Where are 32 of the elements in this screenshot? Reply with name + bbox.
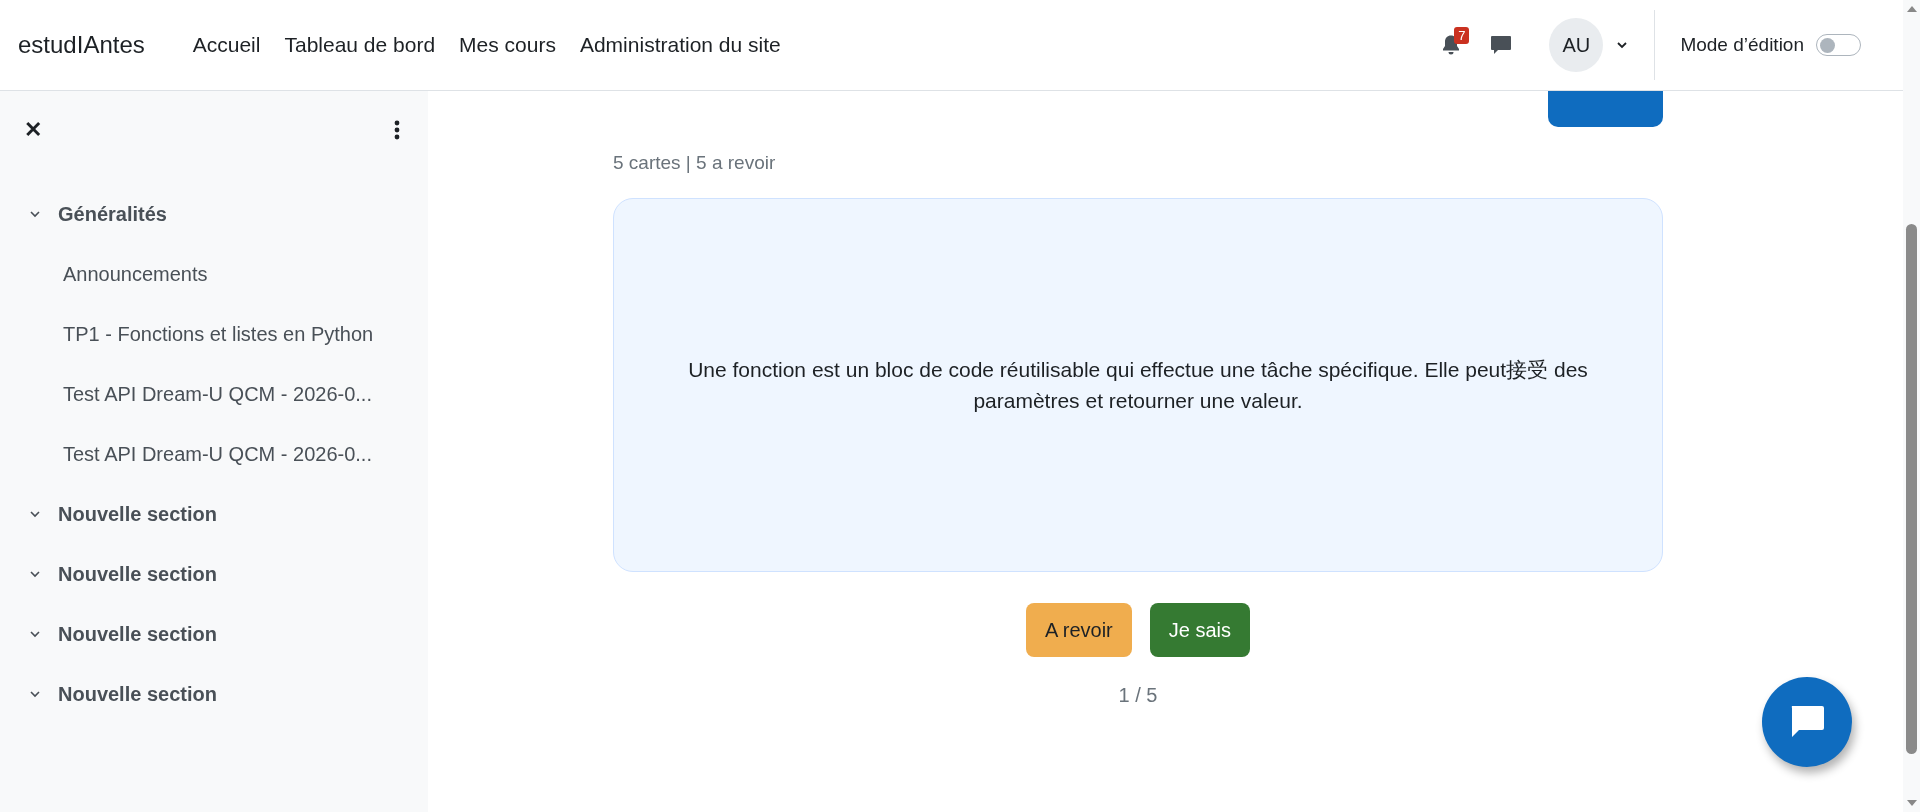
card-position: 1 / 5 (1117, 682, 1159, 708)
card-text: Une fonction est un bloc de code réutilisable qui effectue une tâche spécifique. Elle peut接受 des paramètres et retourner une valeur. (687, 356, 1589, 414)
chat-button[interactable] (1762, 677, 1852, 767)
section-title[interactable]: Nouvelle section (58, 679, 217, 709)
flashcard[interactable]: Une fonction est un bloc de code réutilisable qui effectue une tâche spécifique. Elle peut接受 des paramètres et retourner une valeur. (613, 197, 1663, 572)
scrollbar[interactable] (1903, 0, 1920, 812)
nav-link[interactable]: Accueil (192, 29, 261, 61)
notifications-button[interactable]: 7 (1433, 25, 1470, 65)
section-title[interactable]: Généralités (58, 199, 167, 229)
brand-name[interactable]: estudIAntes (18, 27, 145, 63)
activity-link[interactable]: Announcements (63, 259, 208, 289)
notification-count-badge: 7 (1454, 27, 1470, 44)
more-options-icon[interactable] (394, 119, 400, 141)
section-title[interactable]: Nouvelle section (58, 499, 217, 529)
review-button[interactable]: A revoir (1025, 602, 1132, 657)
user-avatar[interactable]: AU (1549, 18, 1604, 72)
activity-link[interactable]: Test API Dream-U QCM - 2026-0... (63, 439, 372, 469)
nav-link[interactable]: Mes cours (459, 29, 556, 61)
card-summary: 5 cartes | 5 a revoir (613, 151, 777, 175)
speech-bubble-icon (1489, 33, 1514, 57)
edit-mode-toggle[interactable] (1816, 34, 1861, 56)
scroll-down-arrow-icon[interactable] (1906, 800, 1917, 806)
know-button[interactable]: Je sais (1149, 602, 1251, 657)
scroll-up-arrow-icon[interactable] (1906, 6, 1917, 12)
section-title[interactable]: Nouvelle section (58, 619, 217, 649)
nav-link[interactable]: Administration du site (579, 29, 781, 61)
section-title[interactable]: Nouvelle section (58, 559, 217, 589)
activity-link[interactable]: TP1 - Fonctions et listes en Python (63, 319, 374, 349)
activity-link[interactable]: Test API Dream-U QCM - 2026-0... (63, 379, 372, 409)
edit-mode-label: Mode d’édition (1680, 32, 1804, 57)
nav-link[interactable]: Tableau de bord (284, 29, 436, 61)
close-button[interactable]: ✕ (22, 119, 44, 141)
